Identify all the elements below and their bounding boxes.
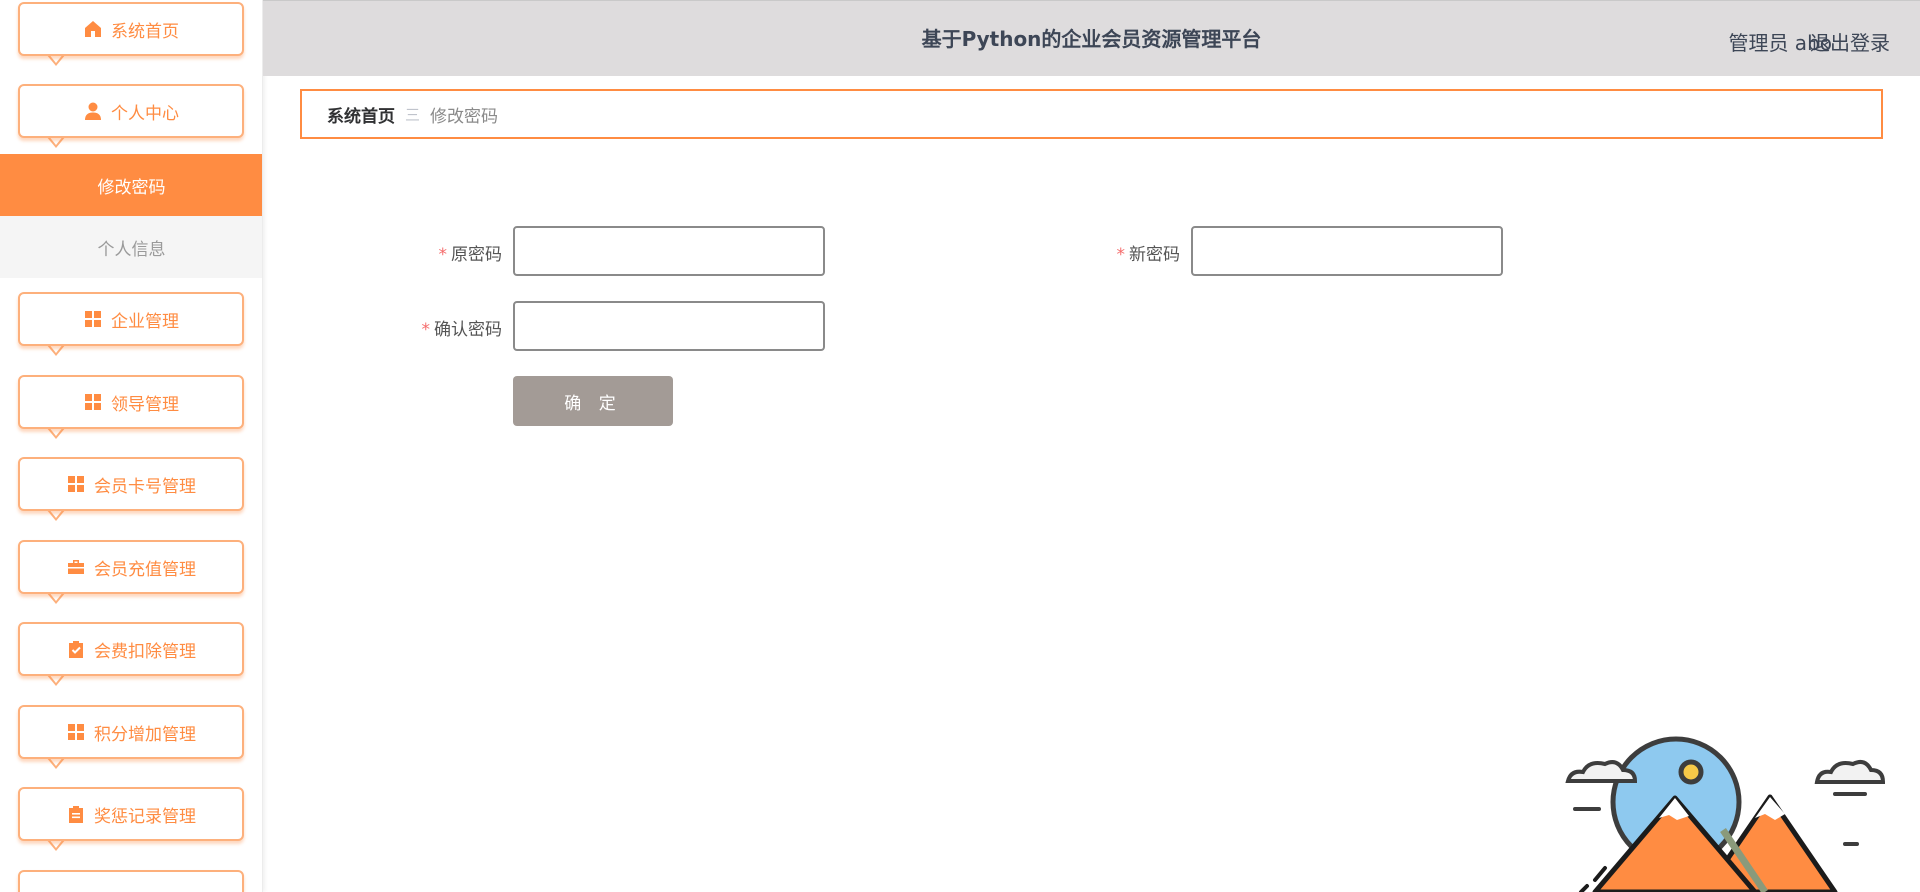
confirm-password-label: * 确认密码	[421, 320, 503, 340]
sidebar-item-leader[interactable]: 领导管理	[18, 375, 244, 439]
top-header: 基于Python的企业会员资源管理平台 管理员 abo 退出登录	[263, 0, 1920, 76]
sidebar-item-label: 会员充值管理	[94, 559, 196, 580]
submenu-item-label: 个人信息	[97, 239, 166, 260]
sidebar-item-label: 系统首页	[111, 21, 179, 42]
sidebar-item-label: 积分增加管理	[94, 724, 196, 745]
grid-icon	[66, 474, 86, 494]
sidebar: 系统首页 个人中心 修改密码 个人信息 企业管理 领导管理 会员卡号管理 会员充…	[0, 0, 263, 892]
confirm-password-input[interactable]	[513, 301, 825, 351]
sidebar-item-more[interactable]	[18, 870, 244, 892]
sidebar-item-member-card[interactable]: 会员卡号管理	[18, 457, 244, 521]
sidebar-item-label: 企业管理	[111, 311, 179, 332]
sidebar-item-home[interactable]: 系统首页	[18, 2, 244, 66]
confirm-button[interactable]: 确 定	[513, 376, 673, 426]
sidebar-item-label: 会费扣除管理	[94, 641, 196, 662]
sidebar-item-label: 会员卡号管理	[94, 476, 196, 497]
sidebar-item-label: 领导管理	[111, 394, 179, 415]
submenu-item-change-password[interactable]: 修改密码	[0, 154, 262, 216]
breadcrumb-home[interactable]: 系统首页	[327, 102, 395, 127]
sidebar-item-fee-deduction[interactable]: 会费扣除管理	[18, 622, 244, 686]
breadcrumb: 系统首页 三 修改密码	[300, 89, 1883, 139]
clipboard-icon	[66, 804, 86, 824]
sidebar-item-personal-center[interactable]: 个人中心	[18, 84, 244, 148]
required-mark: *	[1116, 245, 1126, 265]
sidebar-item-rewards[interactable]: 奖惩记录管理	[18, 787, 244, 851]
clipboard-check-icon	[66, 639, 86, 659]
new-password-input[interactable]	[1191, 226, 1503, 276]
breadcrumb-separator: 三	[405, 105, 421, 124]
breadcrumb-current: 修改密码	[430, 106, 499, 127]
sidebar-item-points[interactable]: 积分增加管理	[18, 705, 244, 769]
briefcase-icon	[66, 557, 86, 577]
required-mark: *	[421, 320, 431, 340]
sidebar-item-label: 奖惩记录管理	[94, 806, 196, 827]
mountain-illustration	[1565, 736, 1886, 892]
submenu-item-personal-info[interactable]: 个人信息	[0, 216, 262, 278]
grid-icon	[66, 722, 86, 742]
sidebar-item-label: 个人中心	[111, 103, 179, 124]
grid-icon	[83, 309, 103, 329]
sidebar-item-member-recharge[interactable]: 会员充值管理	[18, 540, 244, 604]
required-mark: *	[438, 245, 448, 265]
new-password-label: * 新密码	[1116, 245, 1181, 265]
app-title: 基于Python的企业会员资源管理平台	[921, 27, 1262, 51]
grid-icon	[83, 392, 103, 412]
user-icon	[83, 101, 103, 121]
old-password-input[interactable]	[513, 226, 825, 276]
logout-link[interactable]: 退出登录	[1810, 27, 1890, 56]
home-icon	[83, 19, 103, 39]
sidebar-item-enterprise[interactable]: 企业管理	[18, 292, 244, 356]
old-password-label: * 原密码	[438, 245, 503, 265]
submenu-item-label: 修改密码	[97, 177, 166, 198]
